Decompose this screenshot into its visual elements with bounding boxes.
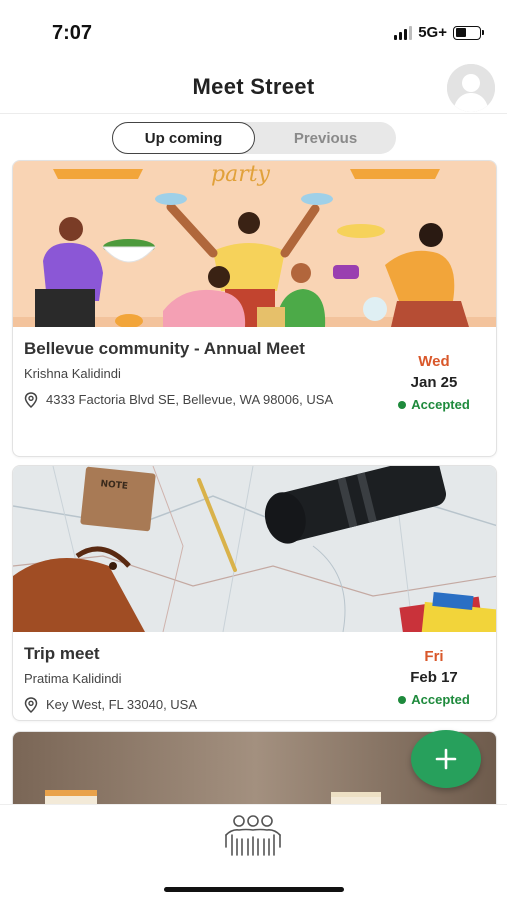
party-sign-text: party	[211, 162, 271, 187]
plus-icon	[435, 748, 457, 770]
signal-icon	[394, 25, 413, 40]
status-dot-icon	[398, 400, 407, 409]
location-pin-icon	[24, 392, 38, 408]
battery-icon	[453, 25, 484, 40]
location-pin-icon	[24, 697, 38, 713]
event-image-party: party	[13, 161, 496, 327]
people-group-icon[interactable]	[222, 813, 284, 861]
status-badge: Accepted	[384, 397, 484, 412]
event-details: Bellevue community - Annual Meet Krishna…	[13, 327, 496, 417]
event-date-text: Jan 25	[410, 374, 458, 391]
event-image-trip: NOTE	[13, 466, 496, 632]
event-title: Trip meet	[24, 644, 100, 663]
status-dot-icon	[398, 695, 407, 704]
status-text: Accepted	[411, 397, 470, 412]
home-indicator	[164, 887, 344, 892]
event-date: Fri Feb 17 Accepted	[384, 648, 484, 707]
network-type: 5G+	[418, 24, 447, 41]
event-day: Wed	[418, 353, 450, 370]
user-avatar-icon[interactable]	[447, 64, 495, 112]
add-event-button[interactable]	[411, 730, 481, 788]
app-header: Meet Street	[0, 62, 507, 114]
status-badge: Accepted	[384, 692, 484, 707]
status-indicators: 5G+	[394, 24, 484, 41]
event-tabs: Up coming Previous	[112, 122, 396, 154]
status-bar: 7:07 5G+	[0, 0, 507, 62]
event-title: Bellevue community - Annual Meet	[24, 339, 305, 358]
event-location-text: 4333 Factoria Blvd SE, Bellevue, WA 9800…	[46, 392, 334, 407]
page-title: Meet Street	[192, 74, 315, 99]
event-location: 4333 Factoria Blvd SE, Bellevue, WA 9800…	[24, 391, 384, 409]
event-date: Wed Jan 25 Accepted	[384, 353, 484, 412]
bottom-nav	[0, 804, 507, 900]
event-card[interactable]: NOTE Trip meet Pratima Kalidindi Key Wes…	[12, 465, 497, 721]
event-details: Trip meet Pratima Kalidindi Key West, FL…	[13, 632, 496, 720]
event-location-text: Key West, FL 33040, USA	[46, 697, 198, 712]
status-time: 7:07	[52, 22, 93, 44]
event-day: Fri	[424, 648, 444, 665]
event-card[interactable]: party Bellevue community - Annual Meet K…	[12, 160, 497, 457]
event-location: Key West, FL 33040, USA	[24, 696, 384, 714]
tab-upcoming[interactable]: Up coming	[112, 122, 255, 154]
event-date-text: Feb 17	[410, 669, 458, 686]
status-text: Accepted	[411, 692, 470, 707]
tab-previous[interactable]: Previous	[255, 122, 396, 154]
